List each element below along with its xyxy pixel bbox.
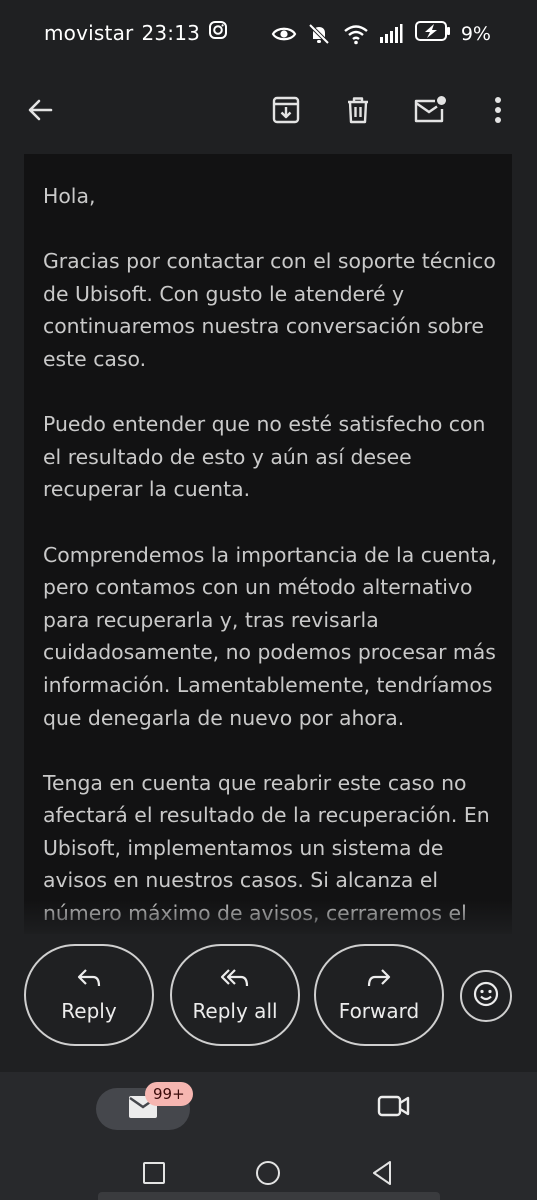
back-triangle-icon[interactable] (367, 1158, 397, 1188)
wifi-icon (343, 22, 369, 46)
reply-icon (76, 967, 102, 993)
delete-icon[interactable] (332, 84, 384, 136)
email-paragraph: Comprendemos la importancia de la cuenta… (43, 542, 498, 730)
unread-count-badge: 99+ (145, 1082, 193, 1106)
email-paragraph: Puedo entender que no esté satisfecho co… (43, 412, 486, 502)
email-paragraph: Gracias por contactar con el soporte téc… (43, 249, 496, 371)
video-camera-icon (377, 1093, 411, 1123)
forward-button[interactable]: Forward (314, 944, 444, 1046)
reply-all-icon (220, 967, 250, 993)
reply-button[interactable]: Reply (24, 944, 154, 1046)
clock: 23:13 (141, 20, 201, 45)
carrier-name: movistar (44, 20, 134, 45)
battery-charging-icon (414, 20, 451, 47)
eye-icon (271, 22, 297, 46)
email-body: Hola, Gracias por contactar con el sopor… (24, 154, 512, 934)
forward-label: Forward (338, 999, 420, 1023)
more-vertical-icon[interactable] (472, 84, 524, 136)
emoji-reaction-button[interactable] (460, 970, 512, 1022)
reply-all-button[interactable]: Reply all (170, 944, 300, 1046)
reply-label: Reply (61, 999, 117, 1023)
status-left: movistar 23:13 (44, 20, 228, 45)
gesture-indicator (98, 1192, 440, 1200)
signal-icon (379, 22, 405, 46)
mark-unread-icon[interactable] (404, 84, 456, 136)
archive-icon[interactable] (260, 84, 312, 136)
bell-off-icon (307, 22, 333, 46)
reply-all-label: Reply all (192, 999, 278, 1023)
bottom-navigation (0, 1072, 537, 1152)
scroll-fade (24, 900, 512, 940)
nav-meet[interactable] (376, 1090, 412, 1126)
recent-apps-icon[interactable] (139, 1158, 169, 1188)
battery-percent: 9% (460, 22, 491, 45)
home-icon[interactable] (253, 1158, 283, 1188)
forward-icon (366, 967, 392, 993)
status-right: 9% (271, 20, 491, 47)
email-paragraph-greeting: Hola, (43, 184, 96, 208)
smiley-icon (472, 980, 500, 1012)
instagram-icon (208, 20, 228, 45)
back-arrow-icon[interactable] (14, 84, 66, 136)
email-text: Hola, Gracias por contactar con el sopor… (43, 180, 503, 934)
toolbar (0, 66, 537, 154)
